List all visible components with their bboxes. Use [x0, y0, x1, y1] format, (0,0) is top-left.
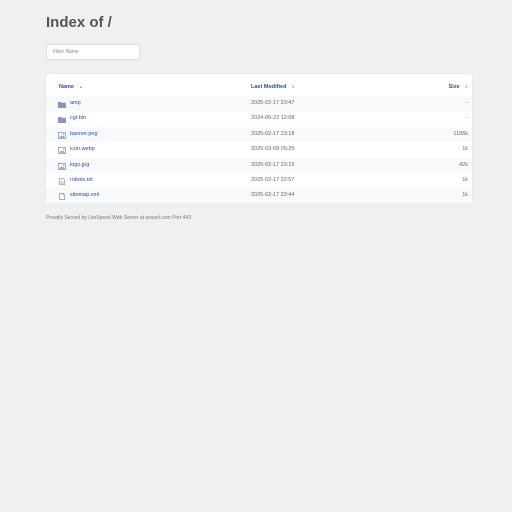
file-name-link[interactable]: icon.webp: [70, 142, 95, 157]
sort-by-name-header[interactable]: Name ▲: [59, 78, 83, 96]
last-modified-value: 2025-03-09 05:25: [251, 146, 295, 153]
table-row: amp 2025-02-17 23:47 -: [46, 96, 472, 111]
file-size-value: 1k: [462, 192, 468, 199]
file-name-link[interactable]: banner.png: [70, 127, 98, 142]
file-name-link[interactable]: logo.jpg: [70, 158, 89, 173]
last-modified-value: 2025-02-17 23:18: [251, 130, 295, 137]
table-row: icon.webp 2025-03-09 05:25 1k: [46, 142, 472, 157]
sort-arrow-icon: ▲: [78, 84, 83, 89]
file-name-link[interactable]: robots.txt: [70, 173, 93, 188]
file-size-value: -: [466, 100, 468, 106]
last-modified-value: 2025-02-17 22:57: [251, 177, 295, 183]
file-size-value: 42k: [459, 161, 468, 168]
page-title: Index of /: [46, 14, 112, 31]
directory-listing-page: Index of / Name▲ Last Modified⇅ Size⇅ am…: [0, 0, 512, 512]
table-header: Name ▲ Last Modified ⇅ Size ⇅: [46, 78, 472, 96]
sort-arrows-icon: ⇅: [464, 84, 468, 89]
filter-name-input[interactable]: [46, 44, 140, 60]
sort-arrows-icon: ⇅: [291, 84, 295, 89]
table-row: logo.jpg 2025-02-17 23:15 42k: [46, 157, 472, 173]
last-modified-value: 2025-02-17 23:44: [251, 192, 295, 199]
file-size-value: -: [466, 115, 468, 122]
last-modified-value: 2025-02-17 23:47: [251, 100, 295, 106]
image-file-icon: [58, 131, 66, 139]
image-file-icon: [58, 146, 66, 155]
server-footer: Proudly Served by LiteSpeed Web Server a…: [46, 215, 191, 221]
file-name-link[interactable]: cgi-bin: [70, 111, 86, 126]
image-file-icon: [58, 162, 66, 170]
file-table: Name ▲ Last Modified ⇅ Size ⇅ amp 2025-02-17…: [46, 74, 472, 204]
file-name-link[interactable]: sitemap.xml: [70, 188, 99, 203]
table-row: banner.png 2025-02-17 23:18 1186k: [46, 126, 472, 142]
file-size-value: 1186k: [453, 130, 468, 137]
table-row: sitemap.xml 2025-02-17 23:44 1k: [46, 188, 472, 204]
last-modified-value: 2025-02-17 23:15: [251, 161, 295, 168]
folder-icon: [58, 115, 66, 124]
last-modified-value: 2024-06-22 12:08: [251, 115, 295, 122]
file-size-value: 1k: [462, 146, 468, 153]
folder-icon: [58, 100, 66, 108]
text-file-icon: [58, 177, 66, 185]
sort-by-size-header[interactable]: Size ⇅: [449, 78, 468, 96]
sort-by-modified-header[interactable]: Last Modified ⇅: [251, 78, 295, 96]
table-row: cgi-bin 2024-06-22 12:08 -: [46, 111, 472, 126]
table-row: robots.txt 2025-02-17 22:57 1k: [46, 173, 472, 188]
file-icon: [58, 192, 66, 201]
file-size-value: 1k: [462, 177, 468, 183]
file-name-link[interactable]: amp: [70, 96, 81, 111]
